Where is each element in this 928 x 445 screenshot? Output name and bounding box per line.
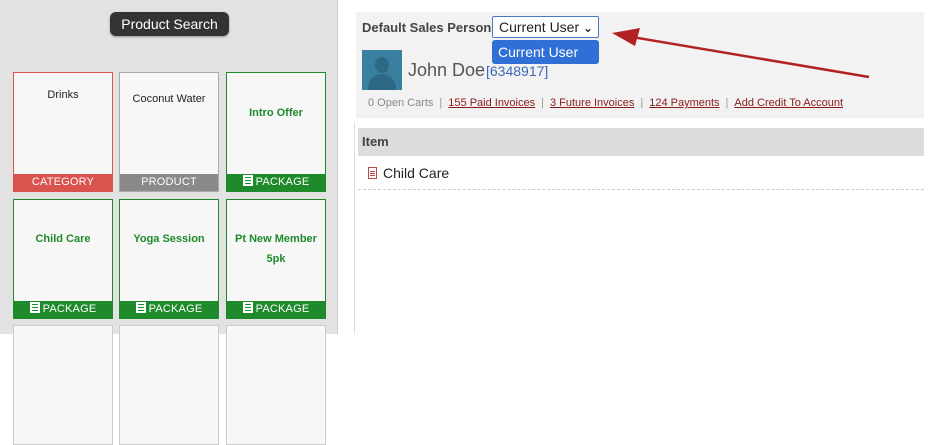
- payments-link[interactable]: 124 Payments: [649, 97, 719, 109]
- panel-divider: [354, 122, 355, 334]
- account-links: 0 Open Carts | 155 Paid Invoices | 3 Future …: [368, 97, 843, 109]
- separator: |: [725, 97, 729, 109]
- add-credit-link[interactable]: Add Credit To Account: [734, 97, 843, 109]
- tile-partial[interactable]: [119, 325, 219, 445]
- tile-name: Intro Offer: [249, 107, 303, 119]
- tile-partial[interactable]: [13, 325, 113, 445]
- open-carts: 0 Open Carts: [368, 97, 434, 109]
- tile-type-label: PACKAGE: [148, 303, 203, 315]
- separator: |: [439, 97, 443, 109]
- tile-intro-offer[interactable]: Intro Offer PACKAGE: [226, 72, 326, 192]
- paid-invoices-link[interactable]: 155 Paid Invoices: [448, 97, 535, 109]
- tile-name: Yoga Session: [133, 233, 205, 245]
- table-row[interactable]: Child Care: [358, 160, 924, 190]
- tile-name: Pt New Member 5pk: [235, 233, 317, 265]
- tile-name: Coconut Water: [132, 93, 206, 105]
- avatar: [362, 50, 402, 90]
- tile-name: Drinks: [47, 89, 79, 101]
- tile-partial[interactable]: [226, 325, 326, 445]
- package-icon: [29, 302, 40, 313]
- item-label: Child Care: [383, 165, 450, 181]
- tile-type-label: PACKAGE: [255, 176, 310, 188]
- tile-name: Child Care: [35, 233, 91, 245]
- tile-type-label: PACKAGE: [255, 303, 310, 315]
- tile-type-label: PACKAGE: [42, 303, 97, 315]
- separator: |: [640, 97, 644, 109]
- tile-coconut-water[interactable]: Coconut Water PRODUCT: [119, 72, 219, 192]
- sales-person-select[interactable]: Current User ⌄: [492, 16, 599, 38]
- future-invoices-link[interactable]: 3 Future Invoices: [550, 97, 634, 109]
- tile-footer: PACKAGE: [120, 301, 218, 318]
- tile-footer: PACKAGE: [227, 301, 325, 318]
- package-icon: [242, 175, 253, 186]
- sales-person-label: Default Sales Person:: [362, 20, 496, 35]
- tile-pt-new-member[interactable]: Pt New Member 5pk PACKAGE: [226, 199, 326, 319]
- tile-drinks[interactable]: Drinks CATEGORY: [13, 72, 113, 192]
- avatar-body: [368, 74, 396, 90]
- avatar-head: [375, 57, 389, 73]
- sales-person-option[interactable]: Current User: [492, 40, 599, 64]
- customer-name: John Doe: [408, 60, 486, 80]
- tile-type-label: CATEGORY: [14, 174, 112, 191]
- chevron-down-icon: ⌄: [582, 21, 593, 35]
- package-icon: [135, 302, 146, 313]
- product-panel: Product Search Drinks CATEGORY Coconut W…: [0, 0, 338, 445]
- customer-summary: Default Sales Person: Current User ⌄ Cur…: [356, 12, 924, 118]
- customer-id[interactable]: [6348917]: [486, 63, 548, 79]
- product-search-button[interactable]: Product Search: [110, 12, 229, 36]
- tile-footer: PACKAGE: [14, 301, 112, 318]
- tile-footer: PACKAGE: [227, 174, 325, 191]
- tile-type-label: PRODUCT: [120, 174, 218, 191]
- sales-person-selected: Current User: [499, 19, 580, 35]
- tile-child-care[interactable]: Child Care PACKAGE: [13, 199, 113, 319]
- items-table-header: Item: [358, 128, 924, 156]
- document-icon: [368, 167, 377, 179]
- separator: |: [541, 97, 544, 109]
- package-icon: [242, 302, 253, 313]
- tile-yoga-session[interactable]: Yoga Session PACKAGE: [119, 199, 219, 319]
